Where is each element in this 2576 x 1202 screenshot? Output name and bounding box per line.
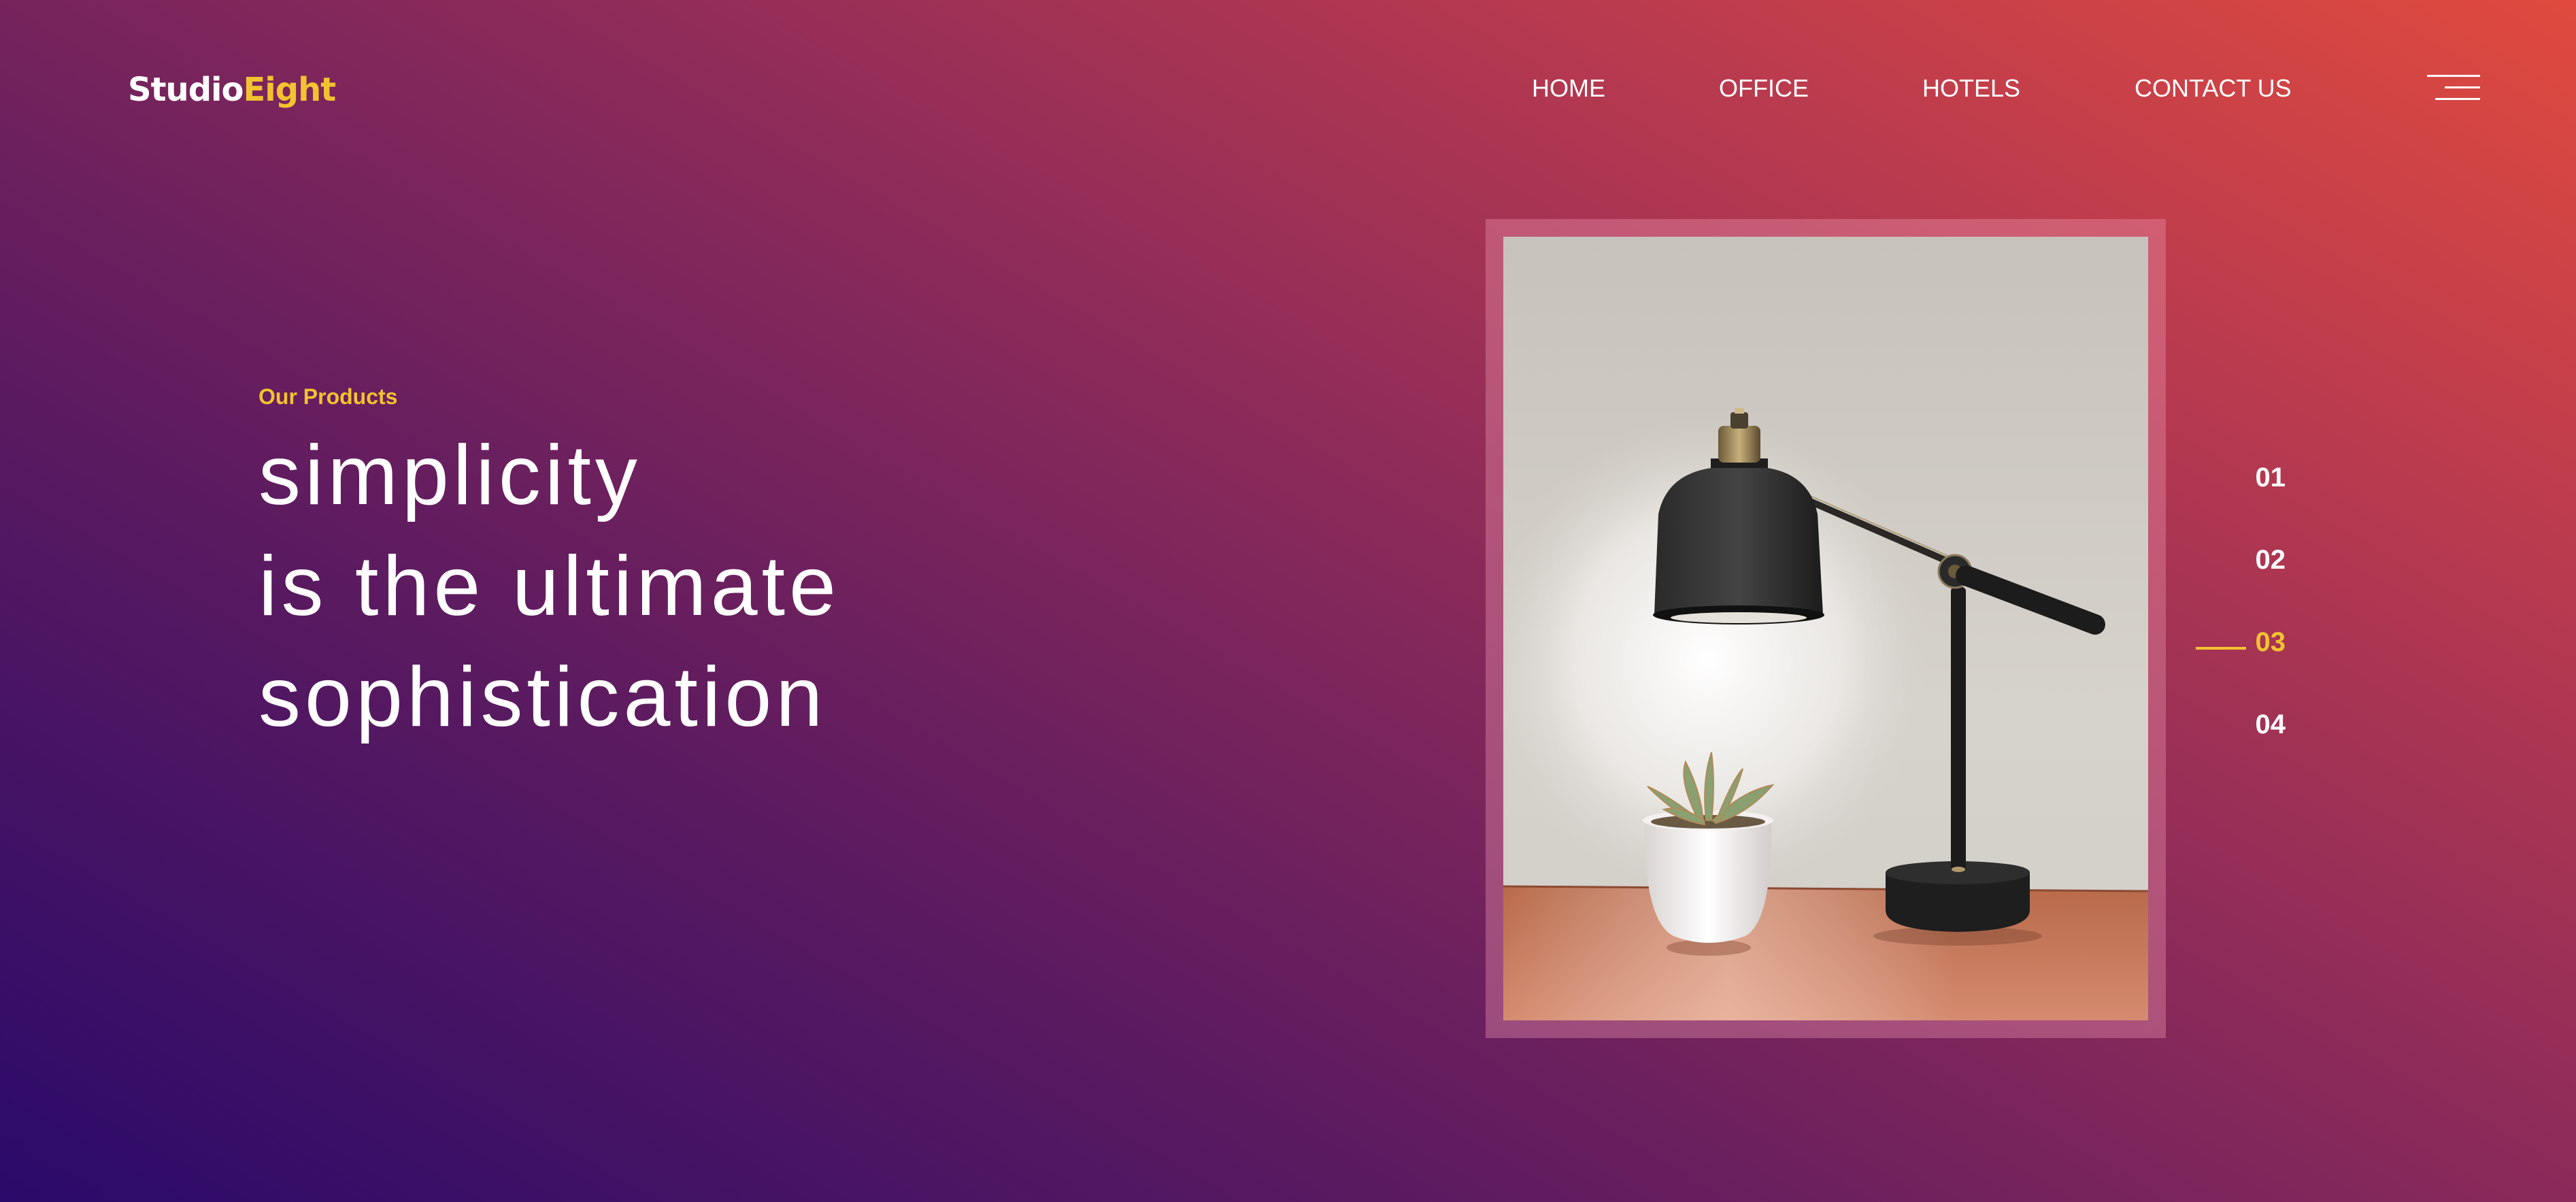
product-image-frame: [1486, 219, 2166, 1038]
product-photo: [1503, 237, 2148, 1020]
hero-section: Our Products simplicity is the ultimate …: [258, 384, 840, 753]
section-eyebrow: Our Products: [258, 384, 398, 409]
headline-line: is the ultimate: [258, 539, 841, 633]
hero-headline: simplicity is the ultimate sophisticatio…: [258, 420, 840, 753]
nav-item-office[interactable]: OFFICE: [1719, 75, 1809, 102]
slide-number-04[interactable]: 04: [2256, 709, 2286, 739]
nav-item-contact-us[interactable]: CONTACT US: [2135, 75, 2292, 102]
nav-item-hotels[interactable]: HOTELS: [1922, 75, 2020, 102]
slide-number-03[interactable]: 03: [2256, 627, 2286, 657]
nav-item-home[interactable]: HOME: [1532, 75, 1605, 102]
menu-line: [2435, 98, 2480, 100]
hamburger-menu-icon[interactable]: [2426, 73, 2480, 102]
slide-number-02[interactable]: 02: [2256, 545, 2286, 575]
headline-line: sophistication: [258, 650, 827, 744]
menu-line: [2427, 75, 2480, 77]
menu-line: [2445, 86, 2480, 88]
headline-line: simplicity: [258, 429, 641, 522]
active-slide-indicator: [2196, 647, 2246, 650]
slide-number-01[interactable]: 01: [2256, 463, 2286, 493]
main-nav: HOME OFFICE HOTELS CONTACT US: [0, 75, 2576, 109]
